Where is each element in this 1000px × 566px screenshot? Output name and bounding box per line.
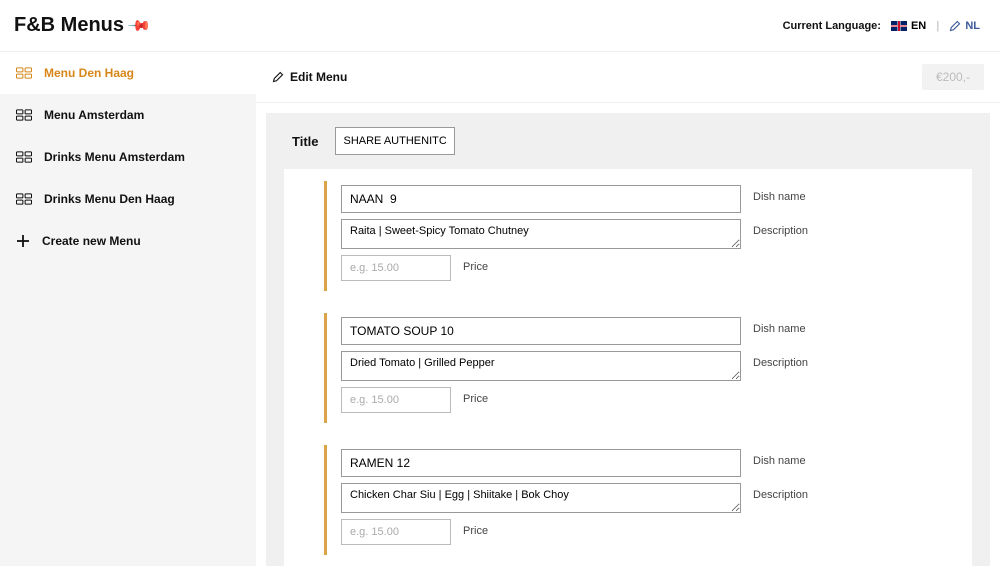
- dish-description-input[interactable]: [341, 351, 741, 381]
- pencil-icon: [272, 71, 284, 83]
- dish-description-input[interactable]: [341, 483, 741, 513]
- create-menu-button[interactable]: Create new Menu: [0, 220, 256, 262]
- sidebar-item-label: Menu Den Haag: [44, 66, 134, 80]
- plus-icon: [16, 234, 30, 248]
- dish-price-input[interactable]: [341, 519, 451, 545]
- header: F&B Menus 📌 Current Language: EN | NL: [0, 0, 1000, 52]
- dish-block: Dish name Description Price: [324, 181, 972, 291]
- dish-price-label: Price: [463, 387, 488, 405]
- dish-price-input[interactable]: [341, 255, 451, 281]
- sidebar-item-label: Menu Amsterdam: [44, 108, 144, 122]
- sidebar-item-drinks-amsterdam[interactable]: Drinks Menu Amsterdam: [0, 136, 256, 178]
- menu-title-input[interactable]: [335, 127, 455, 155]
- edit-menu-heading-text: Edit Menu: [290, 70, 347, 84]
- menu-icon: [16, 67, 32, 79]
- dishes-panel: Dish name Description Price Dish name: [284, 169, 972, 566]
- menu-icon: [16, 193, 32, 205]
- title-field-label: Title: [292, 134, 319, 149]
- uk-flag-icon: [891, 21, 907, 31]
- dish-name-input[interactable]: [341, 185, 741, 213]
- pencil-icon: [949, 20, 961, 32]
- sidebar-item-drinks-den-haag[interactable]: Drinks Menu Den Haag: [0, 178, 256, 220]
- sidebar-item-menu-amsterdam[interactable]: Menu Amsterdam: [0, 94, 256, 136]
- dish-name-input[interactable]: [341, 317, 741, 345]
- lang-nl-text: NL: [965, 20, 980, 32]
- dish-description-input[interactable]: [341, 219, 741, 249]
- menu-price-display: €200,-: [922, 64, 984, 90]
- dish-price-label: Price: [463, 519, 488, 537]
- edit-menu-heading: Edit Menu: [272, 70, 347, 84]
- language-en-button[interactable]: EN: [891, 20, 926, 32]
- sidebar-item-label: Drinks Menu Den Haag: [44, 192, 175, 206]
- language-switcher: Current Language: EN | NL: [783, 20, 980, 32]
- main-content: Edit Menu €200,- Title Dish name Descrip…: [256, 52, 1000, 566]
- language-nl-button[interactable]: NL: [949, 20, 980, 32]
- dish-block: Dish name Description Price: [324, 445, 972, 555]
- pin-icon: 📌: [126, 13, 152, 39]
- title-row: Title: [284, 127, 972, 155]
- dish-description-label: Description: [753, 219, 808, 237]
- sidebar-item-menu-den-haag[interactable]: Menu Den Haag: [0, 52, 256, 94]
- layout: Menu Den Haag Menu Amsterdam Drinks Menu…: [0, 52, 1000, 566]
- create-menu-label: Create new Menu: [42, 234, 141, 248]
- dish-name-label: Dish name: [753, 449, 806, 467]
- menu-form: Title Dish name Description Price: [266, 113, 990, 566]
- dish-name-label: Dish name: [753, 317, 806, 335]
- lang-en-text: EN: [911, 20, 926, 32]
- menu-icon: [16, 151, 32, 163]
- dish-block: Dish name Description Price: [324, 313, 972, 423]
- dish-name-input[interactable]: [341, 449, 741, 477]
- menu-icon: [16, 109, 32, 121]
- sidebar-item-label: Drinks Menu Amsterdam: [44, 150, 185, 164]
- dish-price-label: Price: [463, 255, 488, 273]
- lang-divider: |: [936, 20, 939, 32]
- edit-header: Edit Menu €200,-: [256, 52, 1000, 103]
- dish-description-label: Description: [753, 351, 808, 369]
- sidebar: Menu Den Haag Menu Amsterdam Drinks Menu…: [0, 52, 256, 566]
- dish-price-input[interactable]: [341, 387, 451, 413]
- dish-name-label: Dish name: [753, 185, 806, 203]
- current-language-label: Current Language:: [783, 20, 881, 32]
- page-title-text: F&B Menus: [14, 14, 124, 37]
- page-title: F&B Menus 📌: [14, 14, 149, 37]
- dish-description-label: Description: [753, 483, 808, 501]
